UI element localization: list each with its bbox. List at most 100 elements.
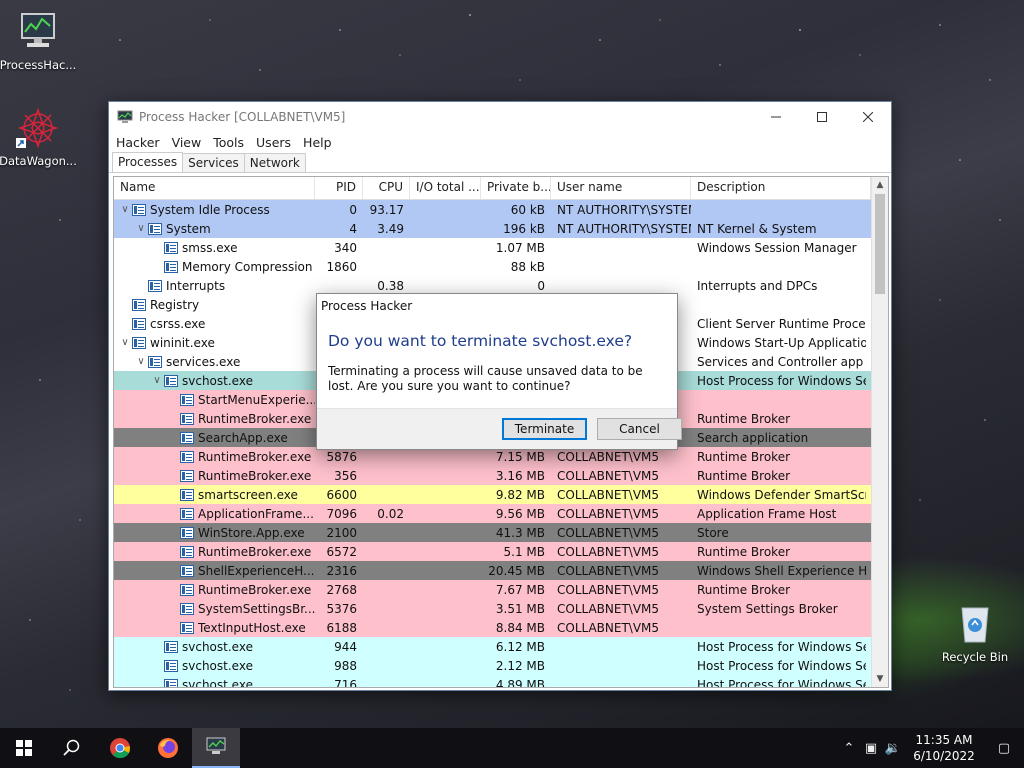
process-icon: [180, 507, 194, 520]
process-description: Host Process for Windows Ser...: [697, 677, 866, 688]
menu-view[interactable]: View: [168, 135, 210, 150]
process-row[interactable]: ∨ System 4 3.49 196 kB NT AUTHORITY\SYSTEM NT …: [114, 219, 888, 238]
minimize-button[interactable]: [753, 102, 799, 131]
process-private-bytes: 1.07 MB: [495, 240, 545, 255]
tab-network[interactable]: Network: [243, 153, 306, 172]
cancel-button[interactable]: Cancel: [597, 418, 682, 440]
expand-chevron-icon[interactable]: ∨: [150, 375, 164, 386]
column-header-io-total[interactable]: I/O total ...: [410, 177, 481, 199]
taskbar-process-hacker[interactable]: [192, 728, 240, 768]
process-private-bytes: 7.67 MB: [495, 582, 545, 597]
volume-icon[interactable]: 🔉: [882, 741, 904, 756]
process-user-name: COLLABNET\VM5: [557, 525, 660, 540]
process-user-name: COLLABNET\VM5: [557, 487, 660, 502]
process-user-name: COLLABNET\VM5: [557, 449, 660, 464]
desktop-icon-datawagon[interactable]: DataWagon...: [0, 106, 78, 168]
search-icon: [63, 739, 80, 756]
menu-hacker[interactable]: Hacker: [112, 135, 168, 150]
process-row[interactable]: SystemSettingsBr... 5376 3.51 MB COLLABNET\…: [114, 599, 888, 618]
process-name: RuntimeBroker.exe: [198, 582, 312, 597]
process-user-name: COLLABNET\VM5: [557, 582, 660, 597]
process-row[interactable]: svchost.exe 944 6.12 MB Host Process for Wi…: [114, 637, 888, 656]
expand-chevron-icon[interactable]: ∨: [134, 223, 148, 234]
menu-help[interactable]: Help: [299, 135, 340, 150]
process-pid: 0: [349, 202, 357, 217]
expand-chevron-icon[interactable]: ∨: [118, 204, 132, 215]
chevron-up-icon[interactable]: ⌃: [838, 741, 860, 756]
column-header-cpu[interactable]: CPU: [363, 177, 410, 199]
process-row[interactable]: smss.exe 340 1.07 MB Windows Session Manage…: [114, 238, 888, 257]
process-description: Windows Defender SmartScre...: [697, 487, 866, 502]
process-description: Runtime Broker: [697, 449, 791, 464]
column-header-name[interactable]: Name: [114, 177, 315, 199]
process-user-name: COLLABNET\VM5: [557, 620, 660, 635]
process-name-cell: ApplicationFrame...: [114, 507, 315, 521]
vertical-scrollbar[interactable]: ▲ ▼: [871, 177, 888, 687]
process-row[interactable]: RuntimeBroker.exe 2768 7.67 MB COLLABNET\VM…: [114, 580, 888, 599]
start-button[interactable]: [0, 728, 48, 768]
process-row[interactable]: svchost.exe 988 2.12 MB Host Process for Wi…: [114, 656, 888, 675]
process-icon: [148, 222, 162, 235]
process-row[interactable]: ApplicationFrame... 7096 0.02 9.56 MB COLLAB…: [114, 504, 888, 523]
tab-services[interactable]: Services: [182, 153, 245, 172]
process-row[interactable]: ShellExperienceH... 2316 20.45 MB COLLABNET…: [114, 561, 888, 580]
process-icon: [180, 621, 194, 634]
window-titlebar[interactable]: Process Hacker [COLLABNET\VM5]: [109, 102, 891, 131]
process-private-bytes: 3.51 MB: [495, 601, 545, 616]
process-name: ShellExperienceH...: [198, 563, 315, 578]
process-pid: 356: [334, 468, 357, 483]
notifications-icon[interactable]: ▢: [984, 741, 1024, 756]
menu-users[interactable]: Users: [252, 135, 299, 150]
process-row[interactable]: WinStore.App.exe 2100 41.3 MB COLLABNET\VM5…: [114, 523, 888, 542]
process-icon: [180, 450, 194, 463]
taskbar: ⌃ ▣ 🔉 11:35 AM 6/10/2022 ▢: [0, 728, 1024, 768]
process-row[interactable]: smartscreen.exe 6600 9.82 MB COLLABNET\VM5 W…: [114, 485, 888, 504]
menu-tools[interactable]: Tools: [209, 135, 252, 150]
process-pid: 2316: [326, 563, 357, 578]
process-user-name: COLLABNET\VM5: [557, 506, 660, 521]
process-private-bytes: 20.45 MB: [488, 563, 545, 578]
process-row[interactable]: TextInputHost.exe 6188 8.84 MB COLLABNET\VM…: [114, 618, 888, 637]
desktop-icon-recycle-bin[interactable]: Recycle Bin: [935, 602, 1015, 664]
expand-chevron-icon[interactable]: ∨: [134, 356, 148, 367]
taskbar-chrome[interactable]: [96, 728, 144, 768]
process-name: svchost.exe: [182, 677, 253, 688]
process-row[interactable]: RuntimeBroker.exe 356 3.16 MB COLLABNET\VM5…: [114, 466, 888, 485]
scrollbar-thumb[interactable]: [875, 194, 885, 294]
column-header-user-name[interactable]: User name: [551, 177, 691, 199]
process-icon: [180, 469, 194, 482]
search-button[interactable]: [48, 728, 96, 768]
process-row[interactable]: ∨ System Idle Process 0 93.17 60 kB NT AUTHOR…: [114, 200, 888, 219]
process-pid: 4: [349, 221, 357, 236]
taskbar-firefox[interactable]: [144, 728, 192, 768]
dialog-footer: Terminate Cancel: [317, 408, 682, 449]
desktop-icon-processhacker[interactable]: ProcessHac...: [0, 10, 78, 72]
tab-processes[interactable]: Processes: [112, 152, 184, 172]
process-icon: [164, 374, 178, 387]
process-row[interactable]: Memory Compression 1860 88 kB: [114, 257, 888, 276]
process-pid: 2100: [326, 525, 357, 540]
process-name-cell: svchost.exe: [114, 659, 315, 673]
column-header-pid[interactable]: PID: [315, 177, 363, 199]
maximize-button[interactable]: [799, 102, 845, 131]
process-pid: 6188: [326, 620, 357, 635]
column-header-description[interactable]: Description: [691, 177, 871, 199]
process-row[interactable]: RuntimeBroker.exe 6572 5.1 MB COLLABNET\VM5…: [114, 542, 888, 561]
process-row[interactable]: svchost.exe 716 4.89 MB Host Process for Wi…: [114, 675, 888, 688]
process-description: Client Server Runtime Process: [697, 316, 866, 331]
process-icon: [164, 659, 178, 672]
datawagon-icon: [16, 106, 60, 150]
network-icon[interactable]: ▣: [860, 741, 882, 756]
expand-chevron-icon[interactable]: ∨: [118, 337, 132, 348]
process-name-cell: RuntimeBroker.exe: [114, 545, 315, 559]
process-icon: [164, 260, 178, 273]
close-button[interactable]: [845, 102, 891, 131]
process-name-cell: csrss.exe: [114, 317, 315, 331]
terminate-button[interactable]: Terminate: [502, 418, 587, 440]
process-icon: [132, 317, 146, 330]
column-header-private-bytes[interactable]: Private b...: [481, 177, 551, 199]
clock[interactable]: 11:35 AM 6/10/2022: [904, 732, 984, 764]
scroll-down-icon[interactable]: ▼: [872, 671, 888, 687]
scroll-up-icon[interactable]: ▲: [872, 177, 888, 193]
process-name: csrss.exe: [150, 316, 206, 331]
